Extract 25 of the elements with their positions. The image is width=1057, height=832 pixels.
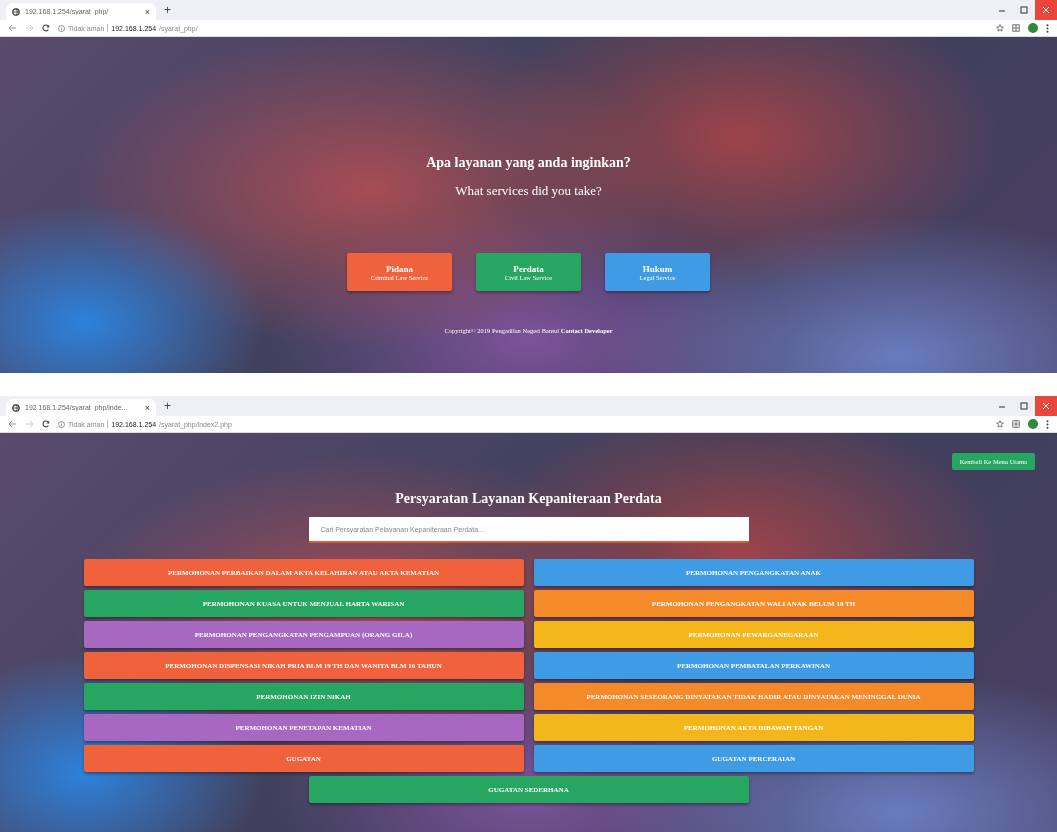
profile-avatar-icon[interactable] [1028, 419, 1038, 429]
reload-icon[interactable] [42, 420, 50, 428]
back-arrow-icon[interactable] [8, 420, 17, 428]
new-tab-button[interactable]: + [164, 3, 171, 17]
globe-icon [12, 7, 20, 16]
reload-icon[interactable] [42, 24, 50, 32]
page-subheading: What services did you take? [455, 183, 602, 199]
globe-icon [12, 403, 20, 412]
close-tab-button[interactable]: × [144, 6, 150, 17]
info-icon [58, 420, 65, 428]
menu-icon[interactable] [1046, 419, 1049, 429]
extension-icon[interactable] [1012, 24, 1020, 32]
profile-avatar-icon[interactable] [1028, 23, 1038, 33]
info-icon [58, 24, 65, 32]
page-heading: Persyaratan Layanan Kepaniteraan Perdata [395, 491, 662, 507]
star-icon[interactable] [996, 420, 1004, 428]
close-tab-button[interactable]: × [144, 402, 150, 413]
extension-icon[interactable] [1012, 420, 1020, 428]
menu-icon[interactable] [1046, 23, 1049, 33]
close-icon[interactable] [1035, 0, 1057, 20]
star-icon[interactable] [996, 24, 1004, 32]
new-tab-button[interactable]: + [164, 399, 171, 413]
back-arrow-icon[interactable] [8, 24, 17, 32]
close-icon[interactable] [1035, 396, 1057, 416]
page-heading: Apa layanan yang anda inginkan? [426, 155, 631, 171]
